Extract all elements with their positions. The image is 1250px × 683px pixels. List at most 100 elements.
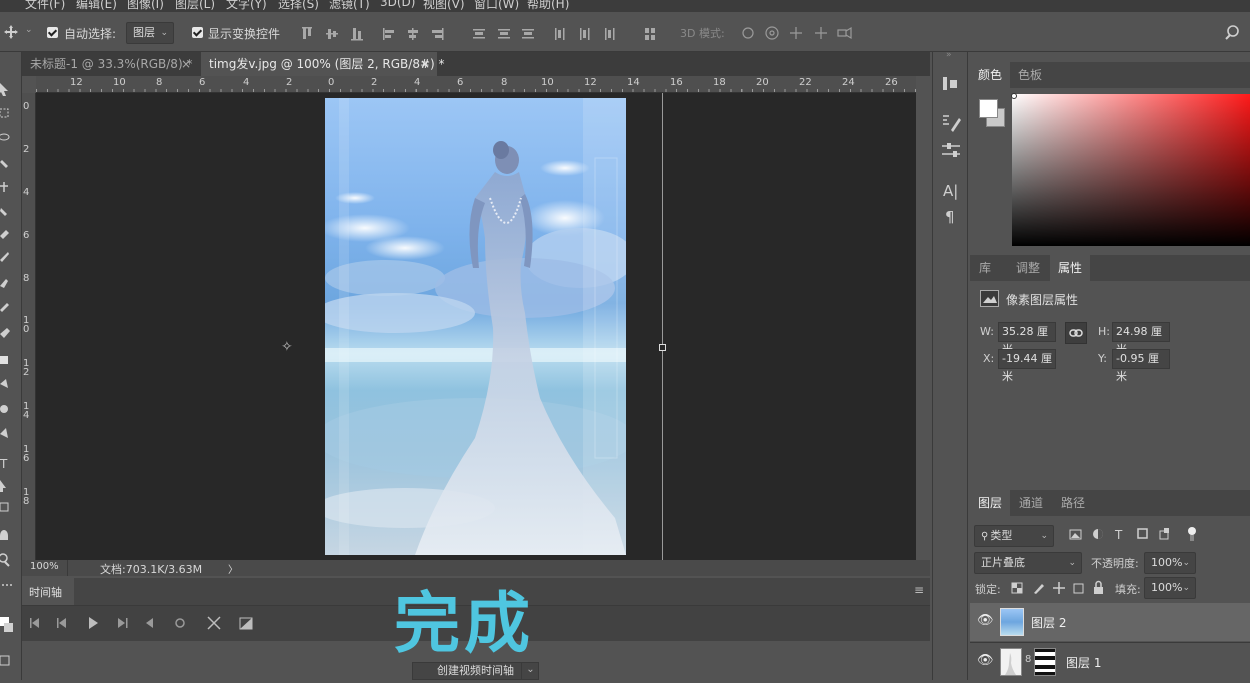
foreground-color-swatch[interactable]: [979, 99, 998, 118]
ruler-label: 1 0: [23, 315, 30, 335]
auto-select-checkbox[interactable]: [47, 27, 58, 38]
show-transform-label: 显示变换控件: [208, 27, 281, 41]
opacity-field[interactable]: 100% ⌄: [1144, 552, 1196, 574]
tab-timg-label: timg发v.jpg @ 100% (图层 2, RGB/8#) *: [209, 57, 445, 71]
playback-icons[interactable]: [22, 606, 262, 642]
properties-title: 像素图层属性: [1006, 293, 1079, 307]
blend-mode-dropdown[interactable]: 正片叠底 ⌄: [974, 552, 1082, 574]
timeline-panel: 时间轴 ≡ 完成 创建视频时间轴 ⌄: [22, 578, 930, 680]
layer-name[interactable]: 图层 2: [1031, 614, 1066, 631]
create-video-timeline-button[interactable]: 创建视频时间轴: [412, 662, 539, 680]
layer-filter-icons[interactable]: T: [1068, 525, 1198, 545]
ruler-label: 4: [23, 187, 30, 198]
tab-adjustments[interactable]: 调整: [1008, 255, 1048, 281]
move-tool-icon[interactable]: [4, 25, 18, 39]
pixel-layer-icon: [980, 290, 999, 307]
menu-file[interactable]: 文件(F): [25, 0, 65, 12]
close-icon[interactable]: ×: [420, 52, 430, 76]
menu-filter[interactable]: 滤镜(T): [329, 0, 370, 12]
layer-mask-thumbnail[interactable]: [1034, 648, 1056, 676]
properties-panel-tabs: 库 调整 属性: [970, 255, 1250, 281]
tool-preset-caret-icon[interactable]: ⌄: [25, 25, 33, 35]
width-field[interactable]: 35.28 厘米: [998, 322, 1056, 356]
tab-timg[interactable]: timg发v.jpg @ 100% (图层 2, RGB/8#) * ×: [201, 52, 445, 76]
search-icon: ⚲: [981, 531, 989, 542]
link-dimensions-button[interactable]: [1065, 322, 1087, 344]
tools-panel: T: [0, 52, 22, 680]
ruler-label: 2: [371, 77, 378, 88]
menu-view[interactable]: 视图(V): [423, 0, 465, 12]
ruler-label: 6: [23, 230, 30, 241]
menu-layer[interactable]: 图层(L): [175, 0, 215, 12]
x-field[interactable]: -19.44 厘米: [998, 349, 1056, 383]
document-canvas[interactable]: ✧: [36, 93, 916, 560]
svg-text:T: T: [0, 457, 8, 471]
tab-untitled[interactable]: 未标题-1 @ 33.3%(RGB/8) * ×: [22, 52, 197, 76]
tab-channels[interactable]: 通道: [1011, 490, 1051, 516]
ruler-label: 12: [584, 77, 597, 88]
ruler-label: 8: [501, 77, 508, 88]
link-icon[interactable]: 8: [1025, 654, 1031, 665]
ruler-label: 6: [199, 77, 206, 88]
search-icon[interactable]: [1224, 25, 1240, 41]
layer-row-selected[interactable]: 👁 图层 2: [970, 603, 1250, 641]
ruler-label: 4: [243, 77, 250, 88]
color-picker-field[interactable]: [1012, 94, 1250, 246]
blend-mode-value: 正片叠底: [981, 556, 1025, 569]
status-menu-arrow[interactable]: 〉: [228, 561, 238, 576]
panel-menu-icon[interactable]: ≡: [914, 583, 924, 597]
fill-field[interactable]: 100% ⌄: [1144, 577, 1196, 599]
chevron-down-icon[interactable]: ⌄: [521, 662, 539, 680]
tab-libraries[interactable]: 库: [970, 255, 1000, 281]
ruler-label: 6: [457, 77, 464, 88]
show-transform-checkbox[interactable]: [192, 27, 203, 38]
tool-icons[interactable]: T: [0, 52, 22, 680]
ruler-label: 16: [670, 77, 683, 88]
menu-help[interactable]: 帮助(H): [527, 0, 569, 12]
menu-select[interactable]: 选择(S): [278, 0, 319, 12]
ruler-ticks: [36, 76, 916, 92]
tab-properties[interactable]: 属性: [1050, 255, 1090, 281]
height-label: H:: [1098, 325, 1110, 338]
chevron-down-icon: ⌄: [1182, 583, 1190, 593]
tab-untitled-label: 未标题-1 @ 33.3%(RGB/8) *: [30, 57, 193, 71]
layer-filter-dropdown[interactable]: ⚲ 类型 ⌄: [974, 525, 1054, 547]
menu-image[interactable]: 图像(I): [127, 0, 164, 12]
visibility-eye-icon[interactable]: 👁: [977, 613, 994, 628]
panel-icons[interactable]: A| ¶: [933, 52, 969, 252]
menu-type[interactable]: 文字(Y): [226, 0, 267, 12]
tab-layers[interactable]: 图层: [970, 490, 1010, 516]
layer-image[interactable]: [325, 98, 626, 555]
tab-swatches[interactable]: 色板: [1010, 62, 1050, 88]
ruler-horizontal[interactable]: 12 10 8 6 4 2 0 2 4 6 8 10 12 14 16 18 2…: [36, 76, 916, 93]
crosshair-icon: ✧: [281, 339, 293, 355]
close-icon[interactable]: ×: [181, 52, 191, 76]
panel-icon-strip: » A| ¶: [932, 50, 969, 680]
transform-handle[interactable]: [659, 344, 666, 351]
tab-color[interactable]: 颜色: [970, 62, 1010, 88]
color-picker-cursor[interactable]: [1011, 93, 1017, 99]
menu-3d[interactable]: 3D(D): [380, 0, 415, 9]
zoom-level[interactable]: 100%: [30, 561, 59, 572]
auto-select-dropdown[interactable]: 图层 ⌄: [126, 22, 174, 44]
lock-icons[interactable]: [1010, 580, 1110, 596]
layer-row[interactable]: 👁 8 图层 1: [970, 642, 1250, 680]
visibility-eye-icon[interactable]: 👁: [977, 653, 994, 668]
fill-value: 100%: [1151, 581, 1183, 594]
3d-mode-icons: [742, 26, 852, 40]
menu-window[interactable]: 窗口(W): [474, 0, 519, 12]
link-icon: [1069, 329, 1083, 337]
ruler-label: 2: [23, 144, 30, 155]
layer-name[interactable]: 图层 1: [1066, 654, 1101, 671]
tab-paths[interactable]: 路径: [1053, 490, 1093, 516]
svg-text:¶: ¶: [945, 208, 955, 226]
ruler-label: 0: [23, 101, 30, 112]
collapse-icon[interactable]: »: [946, 50, 952, 60]
ruler-label: 4: [414, 77, 421, 88]
height-field[interactable]: 24.98 厘米: [1112, 322, 1170, 356]
bride-sky-image: [325, 98, 626, 555]
ruler-vertical[interactable]: 0 2 4 6 8 1 0 1 2 1 4 1 6 1 8: [22, 93, 36, 560]
lock-label: 锁定:: [975, 583, 1001, 596]
menu-edit[interactable]: 编辑(E): [76, 0, 117, 12]
y-field[interactable]: -0.95 厘米: [1112, 349, 1170, 383]
